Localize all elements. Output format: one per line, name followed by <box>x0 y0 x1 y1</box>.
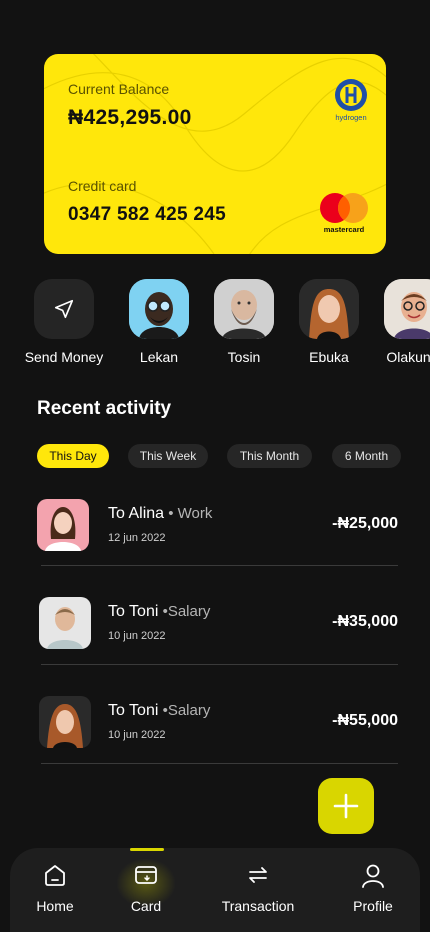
avatar-toni-image <box>39 597 91 649</box>
transaction-date: 12 jun 2022 <box>108 532 166 544</box>
bottom-nav: Home Card Transaction Profile <box>10 848 420 932</box>
contact-tosin[interactable]: Tosin <box>198 279 290 365</box>
transaction-tag: •Salary <box>158 603 211 620</box>
mastercard-logo: mastercard <box>318 192 370 234</box>
contact-name: Olakunle <box>386 349 430 365</box>
credit-card-label: Credit card <box>68 178 137 194</box>
transaction-avatar <box>39 597 91 649</box>
avatar[interactable] <box>299 279 359 339</box>
filter-this-day[interactable]: This Day <box>37 444 109 468</box>
card-icon <box>135 866 157 884</box>
transaction-amount: -₦25,000 <box>332 515 398 532</box>
balance-label: Current Balance <box>68 81 170 97</box>
credit-card[interactable]: Current Balance ₦425,295.00 Credit card … <box>44 54 386 254</box>
avatar-olakunle-image <box>384 279 430 339</box>
send-money-label: Send Money <box>24 349 104 365</box>
nav-card-label: Card <box>130 898 162 914</box>
avatar-alina-image <box>37 499 89 551</box>
transaction-date: 10 jun 2022 <box>108 630 166 642</box>
filter-this-week[interactable]: This Week <box>128 444 208 468</box>
transaction-date: 10 jun 2022 <box>108 729 166 741</box>
avatar-toni-2-image <box>39 696 91 748</box>
transaction-title: To Toni •Salary <box>108 603 211 620</box>
avatar-lekan-image <box>129 279 189 339</box>
add-button[interactable] <box>318 778 374 834</box>
transaction-avatar <box>39 696 91 748</box>
divider <box>41 565 398 566</box>
avatar[interactable] <box>129 279 189 339</box>
avatar[interactable] <box>384 279 430 339</box>
hydrogen-logo-icon <box>335 79 367 111</box>
transaction-amount: -₦35,000 <box>332 613 398 630</box>
recent-activity-title: Recent activity <box>37 398 172 419</box>
filter-this-month[interactable]: This Month <box>227 444 312 468</box>
nav-home[interactable]: Home <box>10 848 100 932</box>
transaction-title: To Alina • Work <box>108 505 213 522</box>
contact-name: Ebuka <box>309 349 349 365</box>
transfer-icon <box>249 867 267 883</box>
avatar-tosin-image <box>214 279 274 339</box>
nav-profile[interactable]: Profile <box>328 848 418 932</box>
home-icon <box>45 865 65 886</box>
nav-transaction-label: Transaction <box>221 898 295 914</box>
nav-profile-label: Profile <box>353 898 393 914</box>
transaction-tag: • Work <box>164 505 213 522</box>
send-icon <box>54 299 74 319</box>
send-money-button[interactable]: Send Money <box>18 279 110 365</box>
nav-home-label: Home <box>36 898 74 914</box>
profile-icon <box>362 864 384 888</box>
divider <box>41 763 398 764</box>
transaction-amount: -₦55,000 <box>332 712 398 729</box>
send-money-tile[interactable] <box>34 279 94 339</box>
hydrogen-logo-text: hydrogen <box>335 113 367 122</box>
contact-ebuka[interactable]: Ebuka <box>283 279 375 365</box>
mastercard-text: mastercard <box>323 225 365 234</box>
nav-transaction[interactable]: Transaction <box>213 848 303 932</box>
card-number: 0347 582 425 245 <box>68 204 227 225</box>
hydrogen-logo: hydrogen <box>334 78 368 122</box>
divider <box>41 664 398 665</box>
nav-card[interactable]: Card <box>101 848 191 932</box>
transaction-avatar <box>37 499 89 551</box>
transaction-title: To Toni •Salary <box>108 702 211 719</box>
avatar[interactable] <box>214 279 274 339</box>
avatar-ebuka-image <box>299 279 359 339</box>
contact-olakunle[interactable]: Olakunle <box>368 279 430 365</box>
contact-name: Tosin <box>227 349 261 365</box>
contact-name: Lekan <box>139 349 179 365</box>
mastercard-icon <box>320 193 368 223</box>
plus-icon <box>333 793 359 819</box>
balance-amount: ₦425,295.00 <box>68 106 192 129</box>
filter-6-month[interactable]: 6 Month <box>332 444 401 468</box>
contact-lekan[interactable]: Lekan <box>113 279 205 365</box>
transaction-tag: •Salary <box>158 702 211 719</box>
